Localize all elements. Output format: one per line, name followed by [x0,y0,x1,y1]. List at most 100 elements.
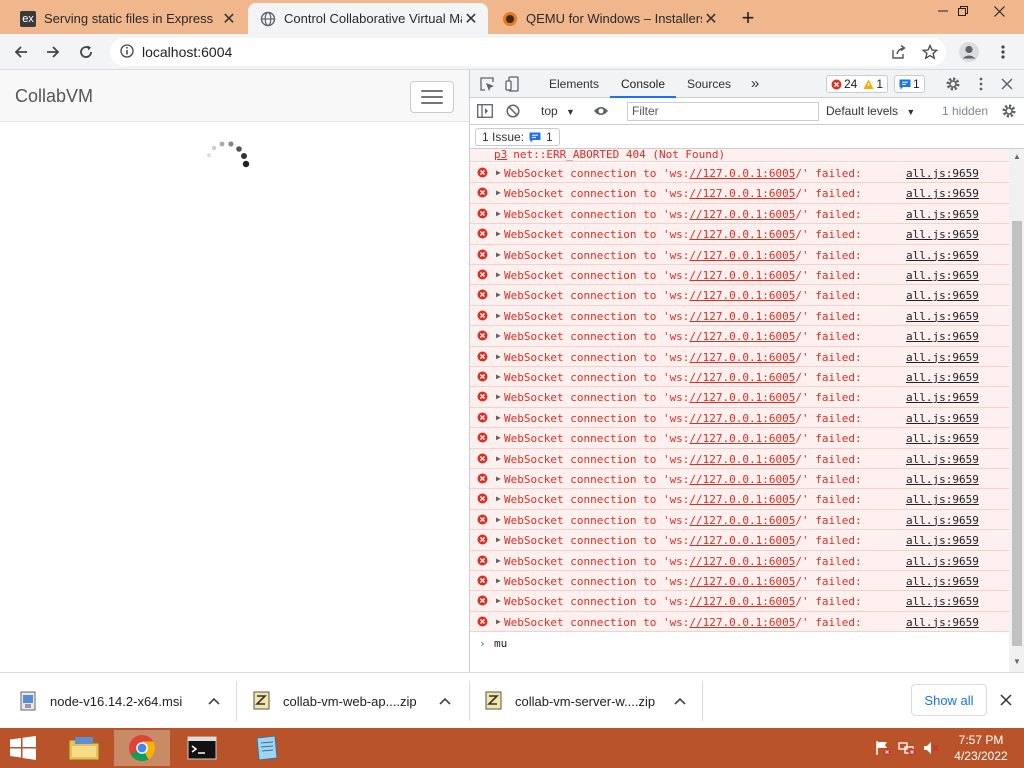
console-error-row[interactable]: ▶ WebSocket connection to 'ws://127.0.0.1… [470,611,1009,633]
error-source-link[interactable]: all.js:9659 [906,493,979,506]
error-source-link[interactable]: all.js:9659 [906,391,979,404]
error-url-link[interactable]: //127.0.0.1:6005 [689,228,795,241]
console-error-row[interactable]: ▶ WebSocket connection to 'ws://127.0.0.1… [470,285,1009,306]
volume-muted-icon[interactable] [922,740,940,756]
new-tab-button[interactable]: + [736,5,760,30]
inspect-element-icon[interactable] [478,75,496,93]
console-filter-input[interactable]: Filter [627,102,819,121]
console-error-row[interactable]: ▶ WebSocket connection to 'ws://127.0.0.1… [470,469,1009,490]
error-source-link[interactable]: all.js:9659 [906,351,979,364]
devtools-close-icon[interactable] [998,75,1016,93]
expand-triangle-icon[interactable]: ▶ [496,556,501,565]
console-error-row[interactable]: ▶ WebSocket connection to 'ws://127.0.0.1… [470,407,1009,429]
scroll-down-arrow-icon[interactable]: ▼ [1012,657,1022,667]
console-error-row[interactable]: ▶ WebSocket connection to 'ws://127.0.0.1… [470,244,1009,265]
expand-triangle-icon[interactable]: ▶ [496,168,501,177]
error-source-link[interactable]: all.js:9659 [906,289,979,302]
reload-icon[interactable] [73,39,99,65]
chevron-up-icon[interactable] [670,691,690,711]
console-error-row[interactable]: ▶ WebSocket connection to 'ws://127.0.0.1… [470,203,1009,225]
expand-triangle-icon[interactable]: ▶ [496,392,501,401]
expand-triangle-icon[interactable]: ▶ [496,352,501,361]
expand-triangle-icon[interactable]: ▶ [496,454,501,463]
taskbar-command-prompt[interactable] [174,730,230,766]
error-url-link[interactable]: //127.0.0.1:6005 [689,289,795,302]
error-source-link[interactable]: all.js:9659 [906,269,979,282]
tab-close-icon[interactable]: ✕ [220,10,238,28]
error-url-link[interactable]: //127.0.0.1:6005 [689,534,795,547]
console-error-row[interactable]: ▶ WebSocket connection to 'ws://127.0.0.1… [470,163,1009,184]
expand-triangle-icon[interactable]: ▶ [496,474,501,483]
error-url-link[interactable]: //127.0.0.1:6005 [689,473,795,486]
action-center-flag-icon[interactable] [874,740,892,756]
expand-triangle-icon[interactable]: ▶ [496,413,501,422]
expand-triangle-icon[interactable]: ▶ [496,250,501,259]
expand-triangle-icon[interactable]: ▶ [496,209,501,218]
navbar-toggle-button[interactable] [410,81,454,113]
show-all-downloads-button[interactable]: Show all [911,684,987,716]
error-url-link[interactable]: //127.0.0.1:6005 [689,351,795,364]
expand-triangle-icon[interactable]: ▶ [496,433,501,442]
error-url-link[interactable]: //127.0.0.1:6005 [689,249,795,262]
console-error-row[interactable]: ▶ WebSocket connection to 'ws://127.0.0.1… [470,183,1009,204]
error-source-link[interactable]: all.js:9659 [906,432,979,445]
tab-close-icon[interactable]: ✕ [702,10,720,28]
error-source-link[interactable]: all.js:9659 [906,228,979,241]
error-source-link[interactable]: all.js:9659 [906,208,979,221]
error-source-link[interactable]: all.js:9659 [906,249,979,262]
error-url-link[interactable]: //127.0.0.1:6005 [689,391,795,404]
console-scrollbar[interactable]: ▲ ▼ [1009,149,1024,672]
error-source-link[interactable]: all.js:9659 [906,473,979,486]
chevron-up-icon[interactable] [204,691,224,711]
error-url-link[interactable]: //127.0.0.1:6005 [689,453,795,466]
close-downloads-shelf-icon[interactable] [996,689,1016,711]
bookmark-star-icon[interactable] [917,39,943,65]
console-error-row[interactable]: ▶ WebSocket connection to 'ws://127.0.0.1… [470,550,1009,571]
scrollbar-thumb[interactable] [1012,221,1022,646]
error-source-link[interactable]: all.js:9659 [906,534,979,547]
expand-triangle-icon[interactable]: ▶ [496,535,501,544]
error-source-link[interactable]: all.js:9659 [906,167,979,180]
console-settings-gear-icon[interactable] [1000,102,1018,120]
sidebar-toggle-icon[interactable] [476,102,494,120]
expand-triangle-icon[interactable]: ▶ [496,617,501,626]
back-arrow-icon[interactable] [8,39,34,65]
expand-triangle-icon[interactable]: ▶ [496,596,501,605]
taskbar-file-explorer[interactable] [56,730,112,766]
download-item-node[interactable]: node-v16.14.2-x64.msi [20,673,230,729]
console-error-row[interactable]: ▶ WebSocket connection to 'ws://127.0.0.1… [470,530,1009,551]
expand-triangle-icon[interactable]: ▶ [496,576,501,585]
console-error-row[interactable]: ▶ WebSocket connection to 'ws://127.0.0.1… [470,571,1009,592]
error-source-link[interactable]: all.js:9659 [906,412,979,425]
expand-triangle-icon[interactable]: ▶ [496,372,501,381]
error-url-link[interactable]: //127.0.0.1:6005 [689,412,795,425]
console-error-row[interactable]: ▶ WebSocket connection to 'ws://127.0.0.1… [470,346,1009,367]
live-expression-eye-icon[interactable] [592,102,610,120]
tab-express[interactable]: ex Serving static files in Express ✕ [8,3,246,34]
restore-icon[interactable] [948,0,978,22]
log-levels-dropdown[interactable]: Default levels ▼ [826,102,915,121]
devtools-tab-console[interactable]: Console [610,70,676,98]
error-source-link[interactable]: all.js:9659 [906,575,979,588]
browser-menu-icon[interactable] [990,39,1016,65]
error-url-link[interactable]: //127.0.0.1:6005 [689,371,795,384]
tab-collabvm[interactable]: Control Collaborative Virtual Ma ✕ [248,3,488,34]
error-url-link[interactable]: //127.0.0.1:6005 [689,432,795,445]
expand-triangle-icon[interactable]: ▶ [496,331,501,340]
console-error-row[interactable]: ▶ WebSocket connection to 'ws://127.0.0.1… [470,305,1009,327]
console-error-row[interactable]: ▶ WebSocket connection to 'ws://127.0.0.1… [470,367,1009,388]
download-item-web-app[interactable]: collab-vm-web-ap....zip [253,673,463,729]
console-error-row[interactable]: ▶ WebSocket connection to 'ws://127.0.0.1… [470,326,1009,347]
device-toolbar-icon[interactable] [504,75,522,93]
tab-close-icon[interactable]: ✕ [462,10,480,28]
error-source-link[interactable]: all.js:9659 [906,555,979,568]
error-source-link[interactable]: all.js:9659 [906,453,979,466]
devtools-tab-sources[interactable]: Sources [678,70,740,98]
error-url-link[interactable]: //127.0.0.1:6005 [689,514,795,527]
console-error-row[interactable]: ▶ WebSocket connection to 'ws://127.0.0.1… [470,509,1009,531]
more-tabs-button[interactable]: » [744,70,766,98]
issues-button[interactable]: 1 Issue: 1 [475,128,560,146]
error-url-link[interactable]: //127.0.0.1:6005 [689,555,795,568]
console-error-row[interactable]: ▶ WebSocket connection to 'ws://127.0.0.1… [470,448,1009,469]
expand-triangle-icon[interactable]: ▶ [496,311,501,320]
